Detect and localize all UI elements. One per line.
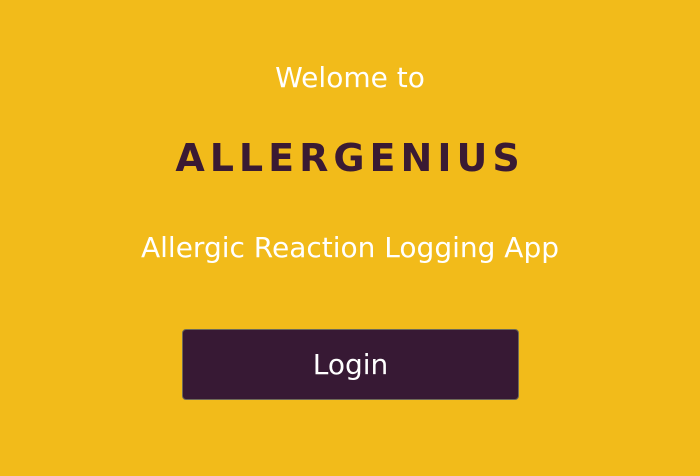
welcome-text: Welome to [275,61,425,94]
app-tagline: Allergic Reaction Logging App [140,231,559,264]
app-title: ALLERGENIUS [175,136,525,180]
welcome-screen: Welome to ALLERGENIUS Allergic Reaction … [0,0,700,476]
login-button[interactable]: Login [182,329,519,400]
